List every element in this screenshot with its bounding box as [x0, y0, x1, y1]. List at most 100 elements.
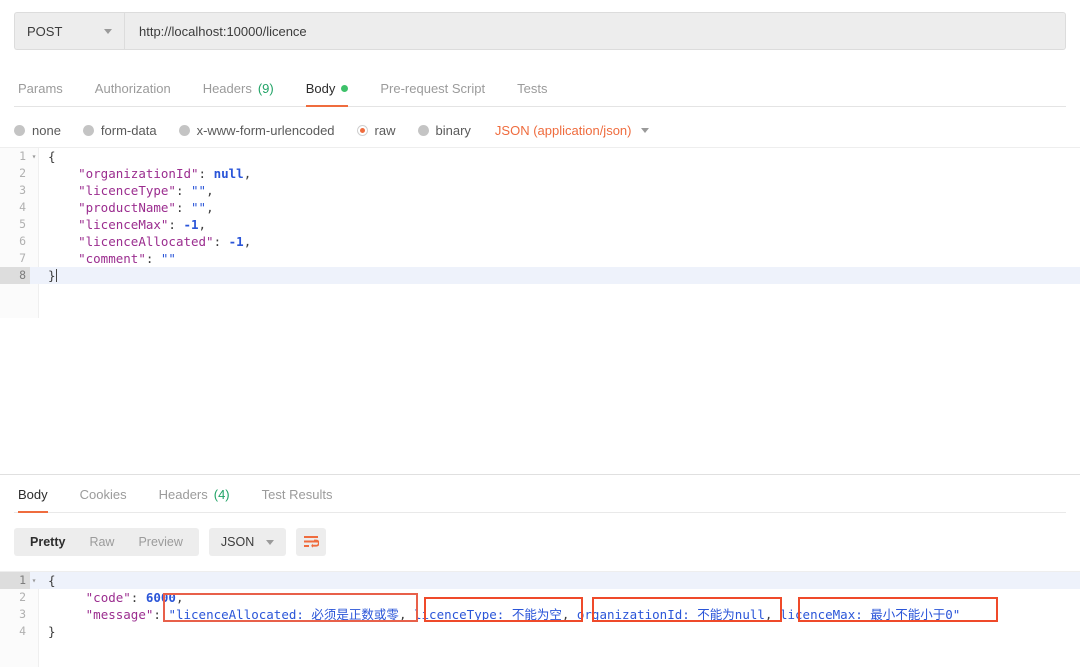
response-format-select[interactable]: JSON — [209, 528, 286, 556]
text-cursor — [56, 269, 57, 282]
request-tab-pre-request-script[interactable]: Pre-request Script — [364, 81, 501, 106]
body-type-label: binary — [436, 123, 471, 138]
response-tab-headers[interactable]: Headers (4) — [143, 487, 246, 512]
code-text: "message": "licenceAllocated: 必须是正数或零, l… — [38, 606, 960, 623]
chevron-down-icon — [641, 128, 649, 133]
radio-icon — [14, 125, 25, 136]
response-tab-test-results[interactable]: Test Results — [246, 487, 349, 512]
body-type-label: none — [32, 123, 61, 138]
chevron-down-icon — [266, 540, 274, 545]
line-number: 5 — [0, 216, 30, 233]
code-text: { — [38, 148, 56, 165]
radio-icon — [83, 125, 94, 136]
response-tab-body[interactable]: Body — [14, 487, 64, 512]
request-url-text: http://localhost:10000/licence — [139, 24, 307, 39]
response-toolbar: PrettyRawPreview JSON — [14, 527, 1066, 557]
response-tab-bar: Body Cookies Headers (4) Test Results — [14, 478, 1066, 513]
response-view-preview[interactable]: Preview — [126, 528, 194, 556]
code-line: 4 "productName": "", — [0, 199, 1080, 216]
pane-splitter[interactable] — [0, 474, 1080, 475]
fold-toggle-icon[interactable]: ▾ — [30, 148, 38, 165]
line-number: 4 — [0, 199, 30, 216]
line-number: 2 — [0, 589, 30, 606]
tab-label: Test Results — [262, 487, 333, 502]
word-wrap-icon — [303, 535, 319, 549]
radio-icon — [418, 125, 429, 136]
radio-icon — [357, 125, 368, 136]
code-text: "productName": "", — [38, 199, 214, 216]
content-type-select[interactable]: JSON (application/json) — [495, 123, 650, 138]
body-type-label: form-data — [101, 123, 157, 138]
code-line: 2 "code": 6000, — [0, 589, 1080, 606]
line-number: 1 — [0, 572, 30, 589]
tab-label: Body — [18, 487, 48, 502]
request-tab-tests[interactable]: Tests — [501, 81, 563, 106]
code-text: "licenceAllocated": -1, — [38, 233, 251, 250]
response-view-pretty[interactable]: Pretty — [18, 528, 77, 556]
tab-label: Body — [306, 81, 336, 96]
radio-icon — [179, 125, 190, 136]
code-line: 4} — [0, 623, 1080, 640]
code-text: "organizationId": null, — [38, 165, 251, 182]
request-tab-authorization[interactable]: Authorization — [79, 81, 187, 106]
body-type-label: raw — [375, 123, 396, 138]
response-tab-cookies[interactable]: Cookies — [64, 487, 143, 512]
code-text: } — [38, 267, 57, 284]
line-number: 7 — [0, 250, 30, 267]
word-wrap-toggle[interactable] — [296, 528, 326, 556]
response-view-raw[interactable]: Raw — [77, 528, 126, 556]
response-format-label: JSON — [221, 535, 254, 549]
code-text: "licenceMax": -1, — [38, 216, 206, 233]
body-present-dot-icon — [341, 85, 348, 92]
response-body-editor[interactable]: 1▾{2 "code": 6000,3 "message": "licenceA… — [0, 571, 1080, 667]
code-line: 2 "organizationId": null, — [0, 165, 1080, 182]
tab-label: Tests — [517, 81, 547, 96]
content-type-label: JSON (application/json) — [495, 123, 632, 138]
code-line: 1▾{ — [0, 148, 1080, 165]
line-number: 3 — [0, 606, 30, 623]
tab-label: Params — [18, 81, 63, 96]
body-type-form-data[interactable]: form-data — [83, 123, 157, 138]
body-type-raw[interactable]: raw — [357, 123, 396, 138]
request-url-input[interactable]: http://localhost:10000/licence — [124, 12, 1066, 50]
fold-toggle-icon[interactable]: ▾ — [30, 572, 38, 589]
line-number: 1 — [0, 148, 30, 165]
body-type-x-www-form-urlencoded[interactable]: x-www-form-urlencoded — [179, 123, 335, 138]
tab-count: (4) — [214, 487, 230, 502]
body-type-binary[interactable]: binary — [418, 123, 471, 138]
request-tab-bar: Params Authorization Headers (9) Body Pre-req… — [14, 70, 1066, 107]
body-type-none[interactable]: none — [14, 123, 61, 138]
code-line: 8} — [0, 267, 1080, 284]
tab-label: Pre-request Script — [380, 81, 485, 96]
line-number: 3 — [0, 182, 30, 199]
tab-label: Headers — [203, 81, 252, 96]
request-tab-body[interactable]: Body — [290, 81, 365, 106]
tab-label: Authorization — [95, 81, 171, 96]
line-number: 8 — [0, 267, 30, 284]
tab-label: Headers — [159, 487, 208, 502]
code-line: 3 "licenceType": "", — [0, 182, 1080, 199]
request-body-editor[interactable]: 1▾{2 "organizationId": null,3 "licenceTy… — [0, 147, 1080, 318]
code-text: "code": 6000, — [38, 589, 184, 606]
code-text: "comment": "" — [38, 250, 176, 267]
chevron-down-icon — [104, 29, 112, 34]
response-view-mode-group: PrettyRawPreview — [14, 528, 199, 556]
line-number: 2 — [0, 165, 30, 182]
request-tab-headers[interactable]: Headers (9) — [187, 81, 290, 106]
line-number: 4 — [0, 623, 30, 640]
code-line: 7 "comment": "" — [0, 250, 1080, 267]
code-line: 6 "licenceAllocated": -1, — [0, 233, 1080, 250]
http-method-label: POST — [27, 24, 104, 39]
body-type-row: none form-data x-www-form-urlencoded raw bin… — [14, 113, 1066, 147]
code-line: 3 "message": "licenceAllocated: 必须是正数或零,… — [0, 606, 1080, 623]
request-tab-params[interactable]: Params — [14, 81, 79, 106]
tab-label: Cookies — [80, 487, 127, 502]
code-text: } — [38, 623, 56, 640]
code-line: 5 "licenceMax": -1, — [0, 216, 1080, 233]
code-text: { — [38, 572, 56, 589]
postman-window: POST http://localhost:10000/licence Para… — [0, 12, 1080, 659]
body-type-label: x-www-form-urlencoded — [197, 123, 335, 138]
code-line: 1▾{ — [0, 572, 1080, 589]
http-method-select[interactable]: POST — [14, 12, 124, 50]
tab-count: (9) — [258, 81, 274, 96]
